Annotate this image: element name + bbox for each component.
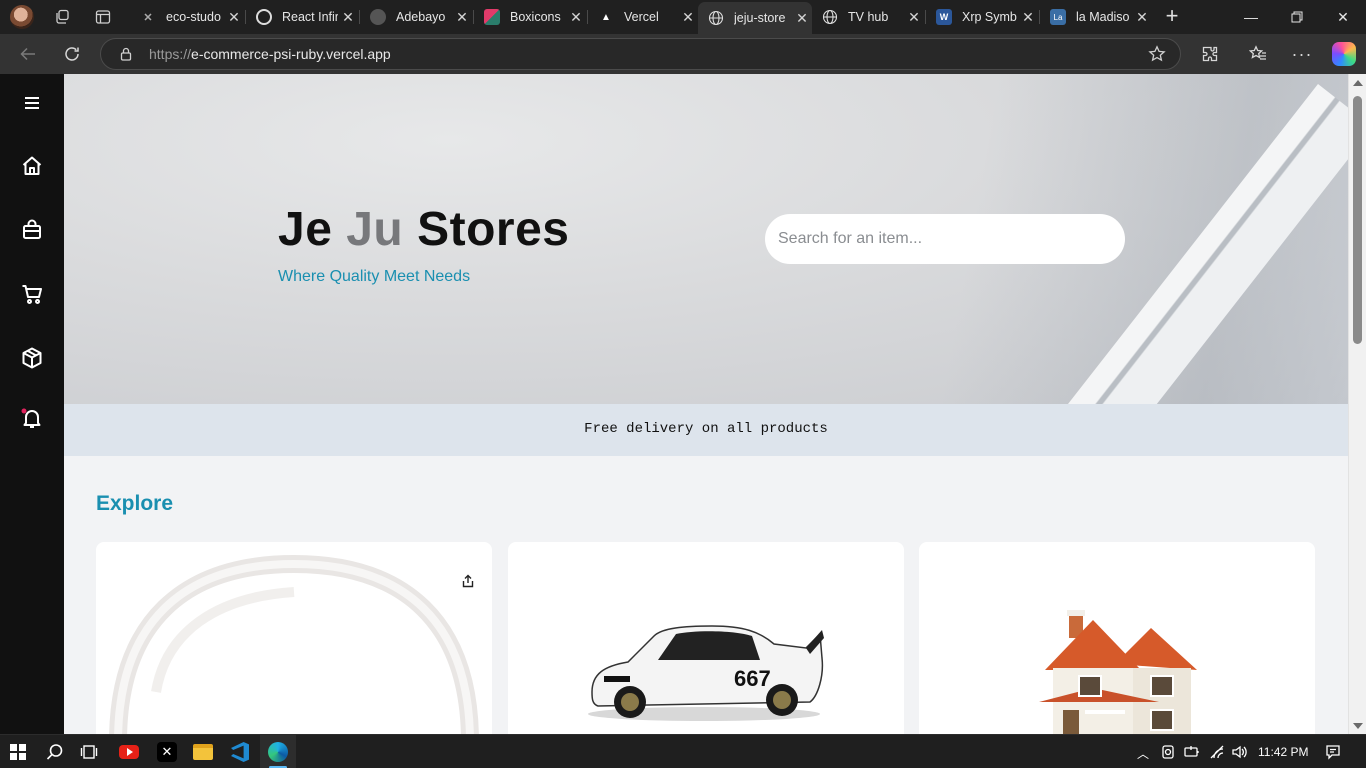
show-hidden-icons-icon[interactable]: ︿: [1137, 745, 1149, 762]
package-icon[interactable]: [20, 346, 44, 370]
scrollbar-thumb[interactable]: [1353, 96, 1362, 344]
windows-start-icon[interactable]: [10, 744, 26, 760]
tab-la-madiso[interactable]: La la Madiso ✕: [1040, 2, 1152, 32]
clock[interactable]: 11:42 PM: [1258, 745, 1308, 759]
meet-now-icon[interactable]: [1161, 744, 1175, 765]
copilot-icon[interactable]: [1332, 42, 1356, 66]
profile-avatar[interactable]: [10, 5, 34, 29]
wifi-icon[interactable]: [1209, 744, 1225, 765]
notifications-icon[interactable]: [1325, 744, 1341, 765]
scroll-up-arrow-icon[interactable]: [1353, 80, 1363, 86]
favorites-icon[interactable]: [1246, 42, 1270, 66]
x-logo-icon: ✕: [143, 11, 153, 24]
tab-eco-studo[interactable]: ✕ eco-studo ✕: [130, 2, 244, 32]
windows-taskbar: ✕ ︿ 11:42 PM: [0, 734, 1366, 768]
close-tab-icon[interactable]: ✕: [1018, 9, 1038, 26]
bell-icon[interactable]: [20, 406, 44, 430]
edge-taskbar-icon[interactable]: [260, 735, 296, 768]
tab-react-infir[interactable]: React Infir ✕: [246, 2, 358, 32]
close-tab-icon[interactable]: ✕: [1132, 9, 1152, 26]
workspaces-icon[interactable]: [52, 7, 72, 27]
hero-banner: Je Ju Stores Where Quality Meet Needs: [64, 74, 1348, 404]
menu-icon[interactable]: [20, 91, 44, 115]
sidebar: [0, 74, 64, 734]
tab-jeju-store[interactable]: jeju-store ✕: [698, 2, 812, 34]
search-icon[interactable]: [46, 743, 64, 766]
explore-heading: Explore: [96, 492, 174, 515]
page-scrollbar[interactable]: [1348, 74, 1366, 734]
close-tab-icon[interactable]: ✕: [224, 9, 244, 26]
lock-icon[interactable]: [119, 47, 133, 66]
house-image: [1039, 610, 1197, 734]
car-number: 667: [734, 666, 771, 691]
home-icon[interactable]: [20, 154, 44, 178]
browser-tab-strip: ✕ eco-studo ✕ React Infir ✕ Adebayo ✕ Bo…: [0, 0, 1366, 34]
vertical-tabs-icon[interactable]: [93, 7, 113, 27]
task-view-icon[interactable]: [80, 743, 98, 766]
tab-xrp-symb[interactable]: W Xrp Symb ✕: [926, 2, 1038, 32]
url-text: https://e-commerce-psi-ruby.vercel.app: [149, 46, 391, 62]
promo-banner: Free delivery on all products: [64, 404, 1348, 456]
store-brand-title: Je Ju Stores: [278, 203, 570, 256]
promo-text: Free delivery on all products: [584, 421, 828, 437]
vercel-icon: ▲: [601, 11, 611, 23]
extensions-icon[interactable]: [1198, 42, 1222, 66]
tab-adebayo[interactable]: Adebayo ✕: [360, 2, 472, 32]
openai-icon: [256, 9, 272, 25]
word-icon: W: [936, 9, 952, 25]
favorite-star-icon[interactable]: [1148, 45, 1166, 68]
browser-toolbar: https://e-commerce-psi-ruby.vercel.app ·…: [0, 34, 1366, 74]
la-icon: La: [1050, 9, 1066, 25]
close-tab-icon[interactable]: ✕: [338, 9, 358, 26]
tab-tv-hub[interactable]: TV hub ✕: [812, 2, 924, 32]
cart-icon[interactable]: [20, 282, 44, 306]
github-icon: [370, 9, 386, 25]
more-icon[interactable]: ···: [1290, 42, 1314, 66]
scroll-down-arrow-icon[interactable]: [1353, 723, 1363, 729]
volume-icon[interactable]: [1231, 744, 1247, 765]
minimize-button[interactable]: —: [1228, 0, 1274, 34]
search-input[interactable]: [765, 214, 1125, 264]
back-icon[interactable]: [16, 42, 40, 66]
vscode-icon[interactable]: [231, 742, 249, 762]
race-car-image: 667: [588, 625, 824, 721]
product-card[interactable]: [919, 542, 1315, 734]
new-tab-button[interactable]: +: [1160, 5, 1184, 28]
close-window-button[interactable]: ✕: [1320, 0, 1366, 34]
close-tab-icon[interactable]: ✕: [566, 9, 586, 26]
boxicons-icon: [484, 9, 500, 25]
globe-icon: [822, 9, 838, 25]
shopping-bag-icon[interactable]: [20, 218, 44, 242]
close-tab-icon[interactable]: ✕: [678, 9, 698, 26]
restore-button[interactable]: [1274, 0, 1320, 34]
globe-icon: [708, 10, 724, 26]
file-explorer-icon[interactable]: [193, 744, 213, 760]
tab-vercel[interactable]: ▲ Vercel ✕: [588, 2, 698, 32]
headphones-image: [109, 554, 479, 734]
battery-icon[interactable]: [1184, 745, 1200, 764]
address-bar[interactable]: https://e-commerce-psi-ruby.vercel.app: [100, 38, 1181, 70]
close-tab-icon[interactable]: ✕: [904, 9, 924, 26]
youtube-icon[interactable]: [119, 745, 139, 759]
refresh-icon[interactable]: [60, 42, 84, 66]
tab-boxicons[interactable]: Boxicons ✕: [474, 2, 586, 32]
product-card[interactable]: 667: [508, 542, 904, 734]
close-tab-icon[interactable]: ✕: [452, 9, 472, 26]
x-app-icon[interactable]: ✕: [157, 742, 177, 762]
share-icon[interactable]: [461, 574, 475, 588]
close-tab-icon[interactable]: ✕: [792, 10, 812, 27]
product-card[interactable]: [96, 542, 492, 734]
page-viewport: Je Ju Stores Where Quality Meet Needs Fr…: [0, 74, 1366, 734]
store-tagline: Where Quality Meet Needs: [278, 268, 471, 285]
